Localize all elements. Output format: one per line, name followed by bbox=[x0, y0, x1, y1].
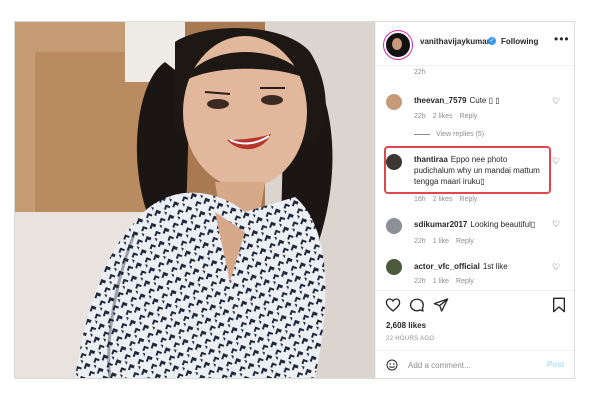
reply-button[interactable]: Reply bbox=[460, 196, 478, 203]
add-comment-input[interactable] bbox=[408, 357, 533, 373]
comment-body: actor_vfc_official 1st like bbox=[414, 261, 544, 272]
comment-time[interactable]: 16h bbox=[414, 196, 426, 203]
comment-username[interactable]: thantiraa bbox=[414, 155, 448, 164]
comment-avatar[interactable] bbox=[386, 218, 402, 234]
author-username[interactable]: vanithavijaykumar bbox=[420, 37, 490, 46]
comment-username[interactable]: theevan_7579 bbox=[414, 96, 466, 105]
comment-body: sdikumar2017 Looking beautiful▯ bbox=[414, 219, 544, 230]
emoji-icon[interactable] bbox=[386, 359, 398, 371]
heart-icon[interactable]: ♡ bbox=[552, 96, 560, 107]
heart-icon[interactable]: ♡ bbox=[552, 219, 560, 230]
bookmark-icon[interactable] bbox=[552, 297, 566, 313]
post-header: vanithavijaykumar ✓ Following ••• bbox=[376, 22, 574, 66]
comment-likes[interactable]: 2 likes bbox=[433, 196, 453, 203]
following-button[interactable]: Following bbox=[501, 37, 538, 46]
view-replies-label: View replies (5) bbox=[436, 131, 485, 138]
post-photo[interactable] bbox=[15, 22, 375, 378]
more-options-icon[interactable]: ••• bbox=[554, 32, 570, 46]
comment-likes[interactable]: 1 like bbox=[433, 278, 449, 285]
caption-time[interactable]: 22h bbox=[414, 69, 426, 76]
comment-meta: 22h 2 likes Reply bbox=[414, 113, 484, 120]
comment-username[interactable]: sdikumar2017 bbox=[414, 220, 467, 229]
reply-button[interactable]: Reply bbox=[460, 113, 478, 120]
comment-meta: 22h 1 like Reply bbox=[414, 278, 481, 285]
comments-panel: vanithavijaykumar ✓ Following ••• 22h th… bbox=[375, 22, 574, 378]
comment-body: thantiraa Eppo nee photo pudichalum why u… bbox=[414, 154, 542, 187]
post-photo-image bbox=[15, 22, 375, 378]
author-avatar[interactable] bbox=[384, 31, 412, 59]
view-replies-button[interactable]: View replies (5) bbox=[414, 131, 484, 138]
comment-text: Cute ▯ ▯ bbox=[469, 96, 500, 105]
likes-count[interactable]: 2,608 likes bbox=[386, 321, 426, 330]
comment-body: theevan_7579 Cute ▯ ▯ bbox=[414, 95, 544, 106]
share-icon[interactable] bbox=[433, 297, 449, 313]
comment-time[interactable]: 22h bbox=[414, 113, 426, 120]
instagram-post-window: vanithavijaykumar ✓ Following ••• 22h th… bbox=[14, 21, 575, 379]
comment-meta: 16h 2 likes Reply bbox=[414, 196, 484, 203]
post-comment-button[interactable]: Post bbox=[547, 360, 564, 369]
reply-button[interactable]: Reply bbox=[456, 238, 474, 245]
comment-avatar[interactable] bbox=[386, 154, 402, 170]
comment-text: 1st like bbox=[482, 262, 508, 271]
comment-username[interactable]: actor_vfc_official bbox=[414, 262, 480, 271]
verified-badge-icon: ✓ bbox=[488, 37, 496, 45]
comment-avatar[interactable] bbox=[386, 94, 402, 110]
heart-icon[interactable]: ♡ bbox=[552, 156, 560, 167]
post-actions: 2,608 likes 22 HOURS AGO Post bbox=[376, 290, 574, 378]
heart-icon[interactable]: ♡ bbox=[552, 262, 560, 273]
comment-icon[interactable] bbox=[409, 297, 425, 313]
comment-likes[interactable]: 1 like bbox=[433, 238, 449, 245]
comment-likes[interactable]: 2 likes bbox=[433, 113, 453, 120]
like-heart-icon[interactable] bbox=[385, 297, 401, 313]
comment-time[interactable]: 22h bbox=[414, 238, 426, 245]
add-comment-row: Post bbox=[376, 350, 574, 378]
comment-time[interactable]: 22h bbox=[414, 278, 426, 285]
comment-meta: 22h 1 like Reply bbox=[414, 238, 481, 245]
comment-text: Looking beautiful▯ bbox=[470, 220, 536, 229]
view-replies-line bbox=[414, 133, 430, 135]
post-timestamp[interactable]: 22 HOURS AGO bbox=[386, 336, 434, 342]
reply-button[interactable]: Reply bbox=[456, 278, 474, 285]
comment-avatar[interactable] bbox=[386, 259, 402, 275]
